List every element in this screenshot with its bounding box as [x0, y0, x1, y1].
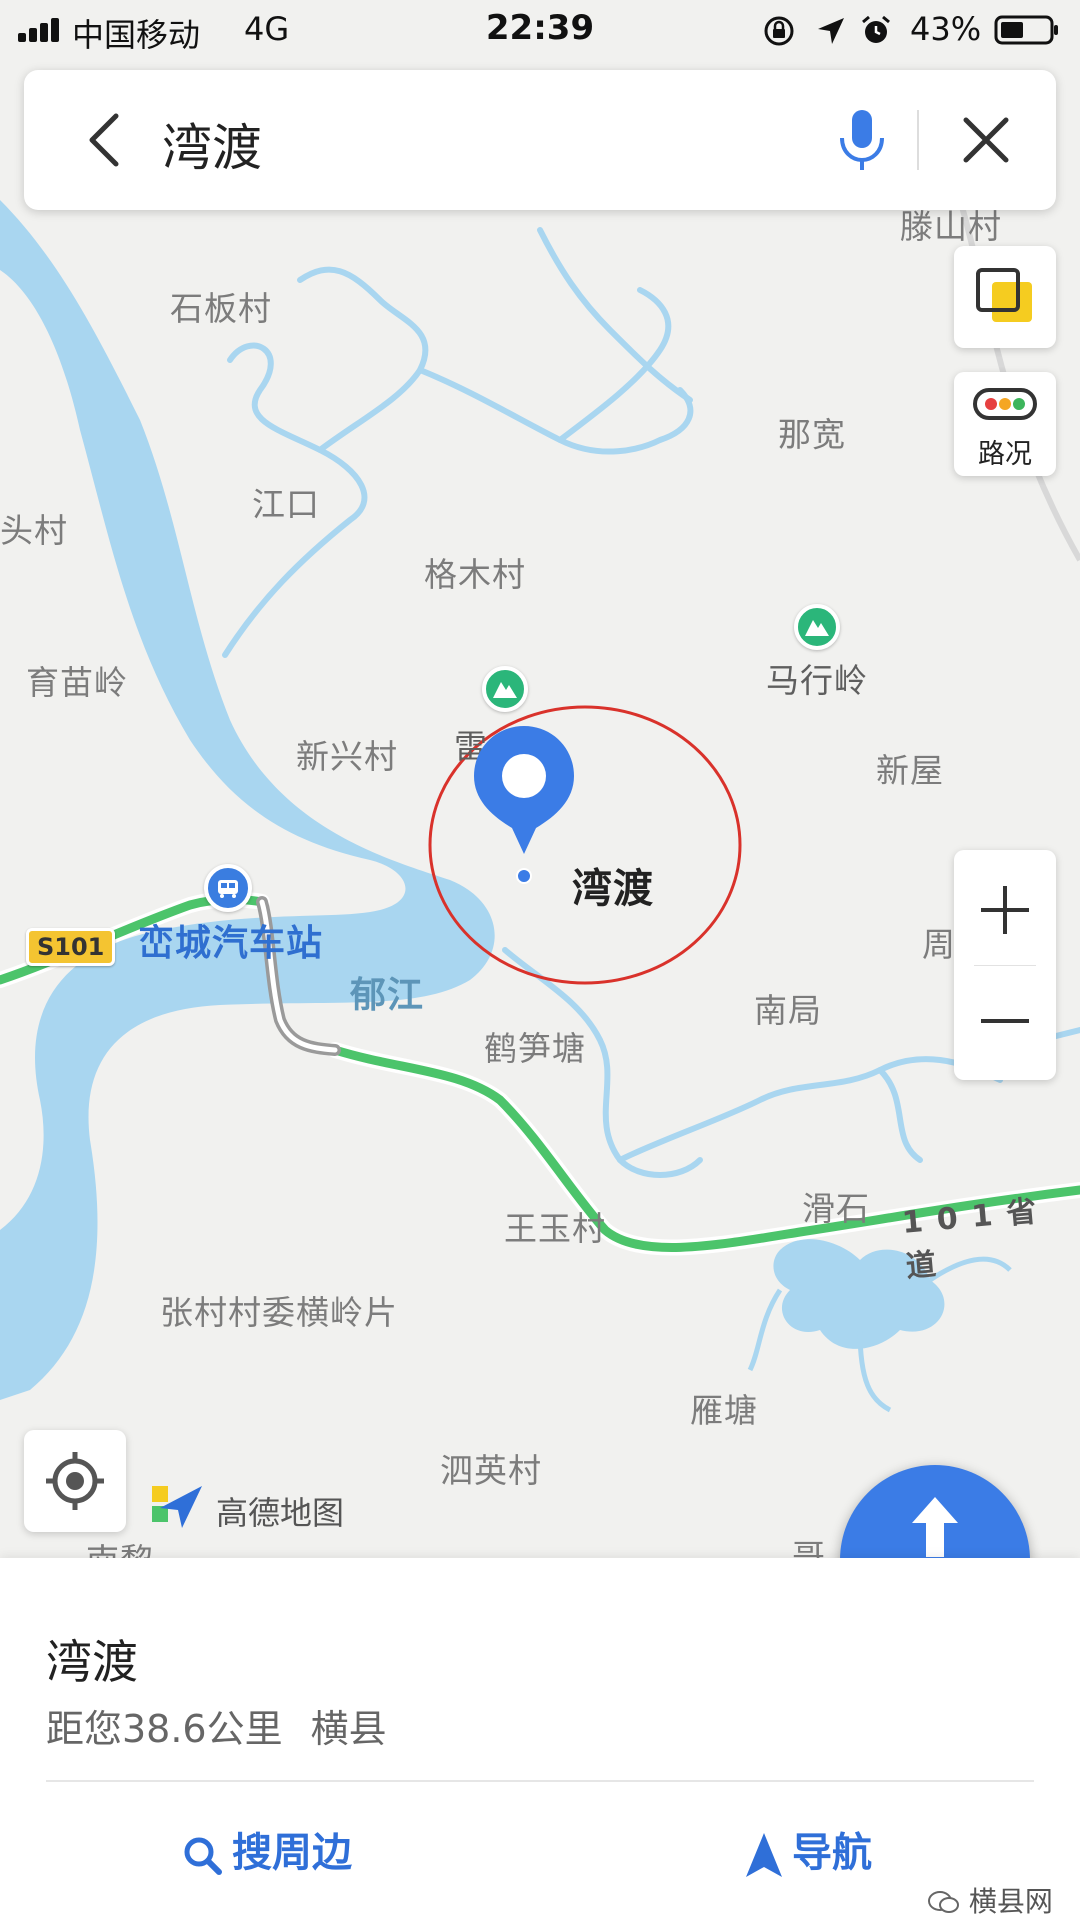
nav-label: 导航	[792, 1830, 872, 1876]
river-label: 郁江	[350, 975, 425, 1016]
back-arrow-icon[interactable]	[68, 100, 148, 180]
battery-icon	[994, 15, 1058, 45]
pin-label: 湾渡	[572, 866, 654, 912]
river-yujiang	[0, 200, 495, 1400]
amap-logo: 高德地图	[150, 1480, 344, 1532]
place-label: 新屋	[876, 751, 944, 790]
place-label: 石板村	[170, 289, 272, 328]
place-label: 南局	[754, 991, 822, 1030]
close-icon[interactable]	[946, 100, 1026, 180]
distance-text: 距您38.6公里	[46, 1707, 283, 1751]
zoom-out-icon[interactable]	[954, 965, 1056, 1080]
navigation-arrow-icon	[746, 1833, 782, 1877]
orientation-lock-icon	[764, 16, 794, 46]
zoom-control	[954, 850, 1056, 1080]
search-divider	[917, 110, 919, 170]
place-label: 新兴村	[296, 737, 398, 776]
location-arrow-icon	[818, 18, 844, 44]
nearby-label: 搜周边	[232, 1830, 352, 1876]
map-pin-icon	[474, 726, 574, 884]
navigate-button[interactable]: 导航	[744, 1820, 872, 1879]
sheet-divider	[46, 1780, 1034, 1782]
logo-text: 高德地图	[216, 1494, 345, 1532]
place-label: 周	[922, 925, 956, 964]
microphone-icon[interactable]	[824, 102, 900, 178]
layers-icon	[976, 268, 1032, 322]
search-bar: 湾渡	[24, 70, 1056, 210]
map-layers-button[interactable]	[954, 246, 1056, 348]
watermark-text: 横县网	[968, 1885, 1053, 1918]
mountain-poi-icon[interactable]	[794, 604, 840, 650]
place-label: 江口	[252, 485, 320, 524]
search-icon	[184, 1837, 222, 1875]
watermark: 横县网	[928, 1880, 1053, 1920]
mountain-poi-icon[interactable]	[482, 666, 528, 712]
bus-station-label[interactable]: 峦城汽车站	[138, 914, 323, 966]
zoom-in-icon[interactable]	[954, 850, 1056, 965]
traffic-toggle-button[interactable]: 路况	[954, 372, 1056, 476]
place-label: 鹤笋塘	[484, 1029, 586, 1068]
place-label: 雁塘	[690, 1391, 758, 1430]
amap-logo-icon	[152, 1486, 202, 1528]
location-pin[interactable]	[464, 718, 584, 888]
alarm-icon	[862, 15, 890, 43]
place-label: 南黎	[86, 1534, 154, 1560]
battery-percentage: 43%	[910, 10, 982, 48]
traffic-light-icon	[973, 388, 1037, 420]
place-detail-sheet: 湾渡 距您38.6公里 横县 搜周边 导航	[0, 1558, 1080, 1921]
search-query[interactable]: 湾渡	[162, 108, 262, 180]
bus-station-icon[interactable]	[204, 864, 252, 912]
place-label: 那宽	[778, 415, 846, 454]
place-label: 马行岭	[766, 661, 868, 700]
road-name-label: 101省道	[900, 1193, 1052, 1285]
traffic-label: 路况	[978, 439, 1032, 470]
crosshair-icon	[46, 1452, 104, 1510]
place-label: 格木村	[424, 555, 526, 594]
place-subtitle: 距您38.6公里 横县	[46, 1698, 387, 1753]
search-nearby-button[interactable]: 搜周边	[180, 1820, 352, 1878]
place-label: 哥	[792, 1537, 826, 1560]
my-location-button[interactable]	[24, 1430, 126, 1532]
place-label: 滑石	[802, 1189, 870, 1228]
place-label: 头村	[0, 511, 68, 550]
place-label: 泗英村	[440, 1451, 542, 1490]
road-shield-s101: S101	[26, 928, 116, 966]
place-title: 湾渡	[46, 1635, 138, 1689]
place-label: 育苗岭	[26, 663, 128, 702]
map-canvas[interactable]: 石板村 江口 头村 格木村 育苗岭 新兴村 雷 那宽 马行岭 新屋 周 南局 鹤…	[0, 0, 1080, 1560]
status-bar: 中国移动 4G 22:39 43%	[0, 0, 1080, 60]
streams	[222, 227, 1080, 1178]
place-label: 王玉村	[504, 1209, 606, 1248]
wechat-icon	[928, 1891, 959, 1913]
place-label: 张村村委横岭片	[160, 1293, 398, 1332]
county-text: 横县	[310, 1707, 387, 1751]
